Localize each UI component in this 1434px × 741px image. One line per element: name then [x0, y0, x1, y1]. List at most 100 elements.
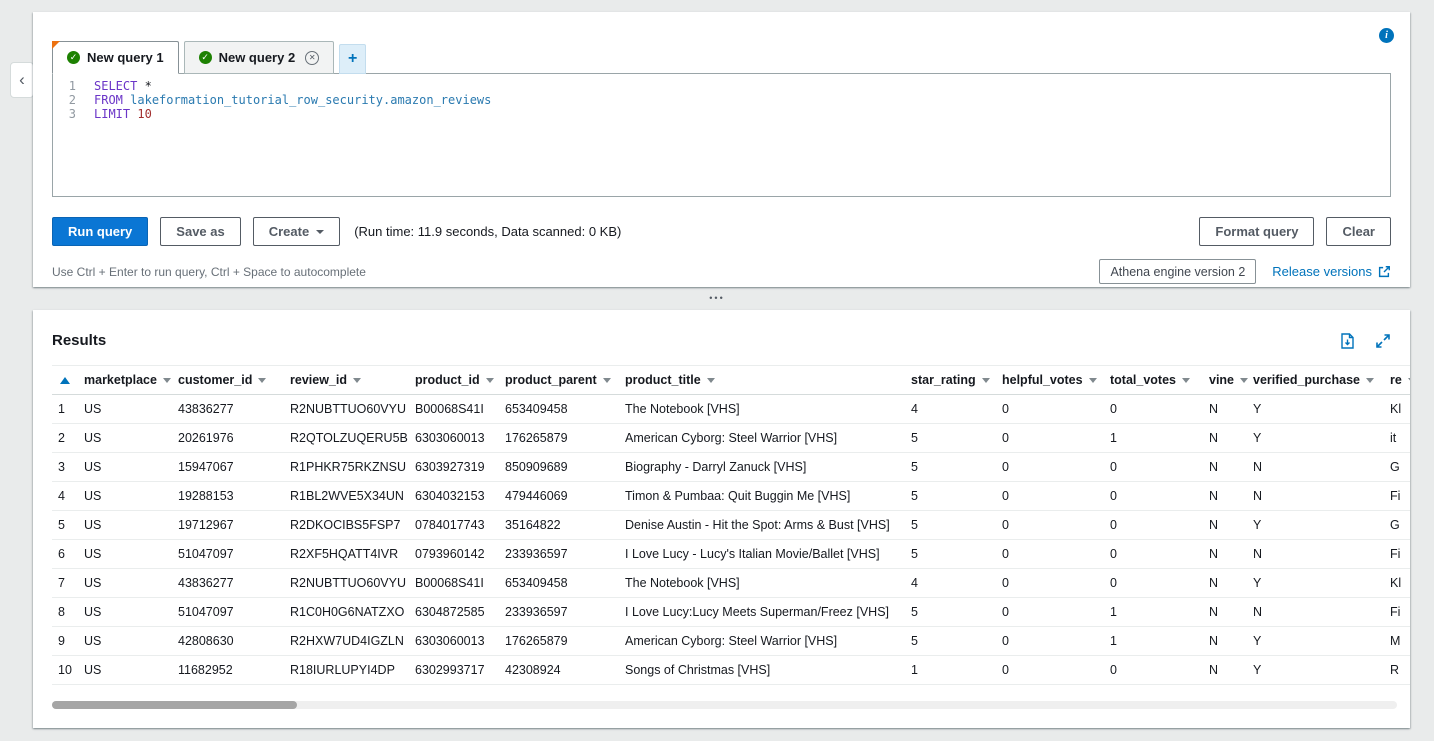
download-results-icon[interactable]: [1340, 333, 1355, 349]
table-cell: 0: [1110, 656, 1209, 685]
column-header-star_rating[interactable]: star_rating: [911, 366, 1002, 395]
column-menu-icon[interactable]: [1182, 378, 1190, 383]
table-row: 7US43836277R2NUBTTUO60VYUB00068S41I65340…: [52, 569, 1410, 598]
column-header-marketplace[interactable]: marketplace: [84, 366, 178, 395]
format-query-button[interactable]: Format query: [1199, 217, 1314, 246]
column-label: helpful_votes: [1002, 373, 1083, 387]
code-token: *: [137, 79, 151, 93]
row-number: 4: [52, 482, 84, 511]
tab-new-query-1[interactable]: ✓ New query 1: [52, 41, 179, 74]
column-header-product_parent[interactable]: product_parent: [505, 366, 625, 395]
save-as-button[interactable]: Save as: [160, 217, 240, 246]
expand-fullscreen-icon[interactable]: [1375, 333, 1391, 349]
column-menu-icon[interactable]: [982, 378, 990, 383]
column-menu-icon[interactable]: [1366, 378, 1374, 383]
column-header-review_id[interactable]: review_id: [290, 366, 415, 395]
scrollbar-thumb[interactable]: [52, 701, 297, 709]
column-menu-icon[interactable]: [707, 378, 715, 383]
column-label: product_id: [415, 373, 480, 387]
table-row: 6US51047097R2XF5HQATT4IVR079396014223393…: [52, 540, 1410, 569]
table-cell: 653409458: [505, 395, 625, 424]
code-token: FROM: [94, 93, 123, 107]
table-cell: 233936597: [505, 598, 625, 627]
table-cell: R2XF5HQATT4IVR: [290, 540, 415, 569]
table-cell: R18IURLUPYI4DP: [290, 656, 415, 685]
run-query-button[interactable]: Run query: [52, 217, 148, 246]
table-cell: US: [84, 453, 178, 482]
row-number: 9: [52, 627, 84, 656]
table-cell: 42808630: [178, 627, 290, 656]
row-number: 7: [52, 569, 84, 598]
results-panel: Results marketplacecustomer_idreview_idp…: [33, 310, 1410, 728]
results-table-wrap: marketplacecustomer_id review_idproduct_i…: [52, 365, 1410, 685]
table-cell: 479446069: [505, 482, 625, 511]
table-cell: US: [84, 424, 178, 453]
clear-button[interactable]: Clear: [1326, 217, 1391, 246]
table-cell: US: [84, 569, 178, 598]
column-header-verified_purchase[interactable]: verified_purchase: [1253, 366, 1390, 395]
table-cell: R1PHKR75RKZNSU: [290, 453, 415, 482]
tab-label: New query 2: [219, 50, 296, 65]
column-label: customer_id: [178, 373, 252, 387]
engine-version-badge[interactable]: Athena engine version 2: [1099, 259, 1256, 284]
table-cell: it: [1390, 424, 1410, 453]
table-cell: 1: [1110, 627, 1209, 656]
column-menu-icon[interactable]: [603, 378, 611, 383]
table-cell: N: [1209, 482, 1253, 511]
row-number: 2: [52, 424, 84, 453]
editor-gutter: 123: [53, 79, 85, 196]
column-header-product_id[interactable]: product_id: [415, 366, 505, 395]
column-menu-icon[interactable]: [353, 378, 361, 383]
table-cell: I Love Lucy - Lucy's Italian Movie/Balle…: [625, 540, 911, 569]
table-cell: R1C0H0G6NATZXO: [290, 598, 415, 627]
table-cell: US: [84, 656, 178, 685]
column-header-total_votes[interactable]: total_votes: [1110, 366, 1209, 395]
table-cell: Y: [1253, 569, 1390, 598]
table-cell: R2HXW7UD4IGZLN: [290, 627, 415, 656]
horizontal-scrollbar[interactable]: [52, 701, 1397, 709]
column-label: verified_purchase: [1253, 373, 1360, 387]
collapse-sidebar-button[interactable]: ‹: [10, 62, 34, 98]
column-menu-icon[interactable]: [1089, 378, 1097, 383]
table-cell: Y: [1253, 424, 1390, 453]
column-menu-icon[interactable]: [486, 378, 494, 383]
table-cell: 233936597: [505, 540, 625, 569]
query-tabs: ✓ New query 1 ✓ New query 2 ✕ +: [52, 40, 1391, 73]
table-cell: 0: [1110, 453, 1209, 482]
release-versions-link[interactable]: Release versions: [1272, 264, 1391, 279]
table-header-row: marketplacecustomer_id review_idproduct_i…: [52, 366, 1410, 395]
run-statistics: (Run time: 11.9 seconds, Data scanned: 0…: [354, 224, 621, 239]
results-table: marketplacecustomer_id review_idproduct_i…: [52, 365, 1410, 685]
table-cell: Y: [1253, 656, 1390, 685]
table-cell: 1: [911, 656, 1002, 685]
sort-column-header[interactable]: [52, 366, 84, 395]
table-cell: Y: [1253, 395, 1390, 424]
sql-code-editor[interactable]: 123 SELECT *FROM lakeformation_tutorial_…: [52, 73, 1391, 197]
panel-resize-handle[interactable]: •••: [0, 287, 1434, 310]
column-header-customer_id[interactable]: customer_id: [178, 366, 290, 395]
code-token: LIMIT: [94, 107, 130, 121]
table-cell: 6302993717: [415, 656, 505, 685]
column-header-vine[interactable]: vine: [1209, 366, 1253, 395]
column-header-re[interactable]: re: [1390, 366, 1410, 395]
new-tab-button[interactable]: +: [339, 44, 366, 74]
column-menu-icon[interactable]: [1240, 378, 1248, 383]
table-cell: N: [1209, 424, 1253, 453]
column-menu-icon[interactable]: [163, 378, 171, 383]
table-cell: Y: [1253, 627, 1390, 656]
column-header-helpful_votes[interactable]: helpful_votes: [1002, 366, 1110, 395]
table-cell: 5: [911, 424, 1002, 453]
table-cell: 0: [1110, 540, 1209, 569]
column-menu-icon[interactable]: [1408, 378, 1410, 383]
table-cell: The Notebook [VHS]: [625, 569, 911, 598]
close-tab-icon[interactable]: ✕: [305, 51, 319, 65]
column-header-product_title[interactable]: product_title: [625, 366, 911, 395]
column-menu-icon[interactable]: [258, 378, 266, 383]
table-cell: 6303927319: [415, 453, 505, 482]
plus-icon: +: [348, 50, 357, 68]
table-cell: 0: [1110, 482, 1209, 511]
table-cell: 51047097: [178, 598, 290, 627]
table-cell: R: [1390, 656, 1410, 685]
create-button[interactable]: Create: [253, 217, 340, 246]
tab-new-query-2[interactable]: ✓ New query 2 ✕: [184, 41, 335, 74]
